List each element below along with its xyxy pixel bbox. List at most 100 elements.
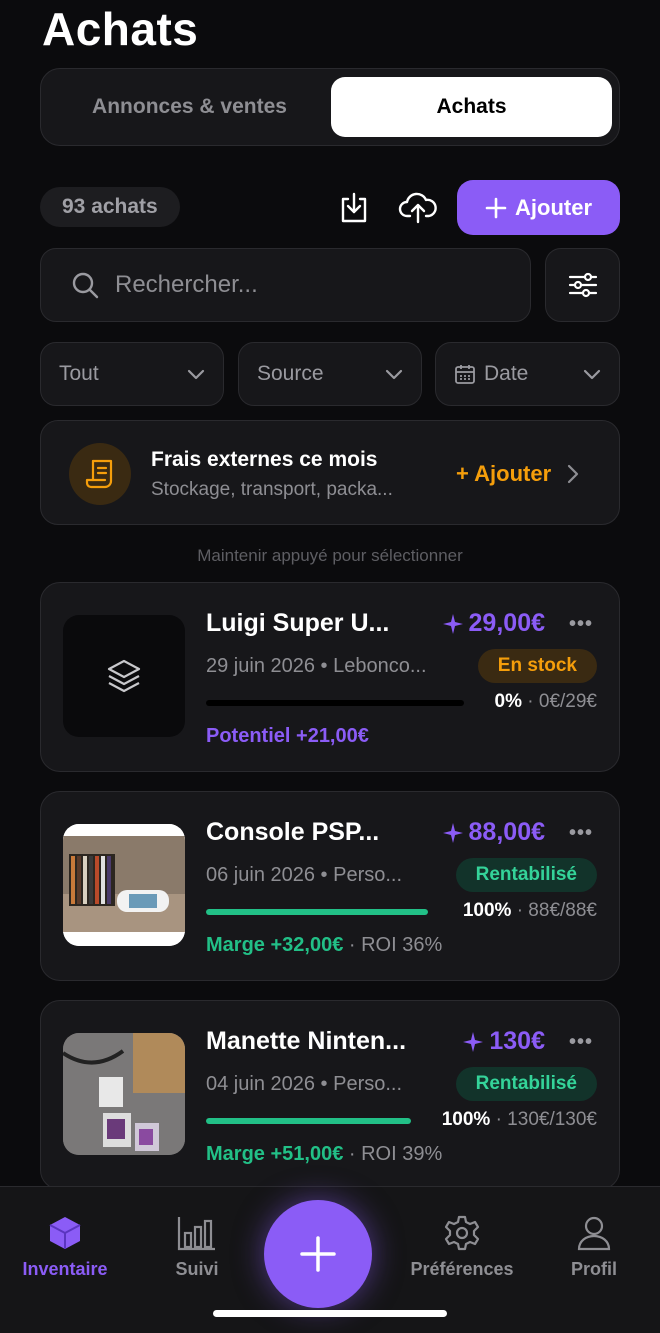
roi-value: · ROI 36% (348, 934, 443, 956)
progress-fill (206, 909, 428, 915)
filter-date-dropdown[interactable]: Date (435, 342, 620, 406)
filter-all-dropdown[interactable]: Tout (40, 342, 224, 406)
progress-amount: · 0€/29€ (527, 691, 597, 712)
sliders-icon (568, 272, 597, 298)
status-badge: Rentabilisé (455, 858, 597, 892)
dropdown-label: Tout (59, 362, 99, 385)
margin-value: Marge +32,00€ (206, 934, 344, 956)
progress-bar (206, 909, 428, 915)
sparkle-icon (442, 822, 463, 843)
purchase-card[interactable]: Luigi Super U... 29,00€ ••• 29 juin 2026… (40, 582, 620, 772)
item-price: 88,00€ (442, 818, 545, 847)
chevron-down-icon (187, 369, 205, 380)
tab-label: Profil (570, 1259, 617, 1279)
add-button-label: Ajouter (515, 194, 592, 220)
tab-preferences[interactable]: Préférences (397, 1215, 527, 1280)
add-purchase-button[interactable]: Ajouter (457, 180, 620, 235)
bar-chart-icon (177, 1217, 215, 1251)
sparkle-icon (463, 1031, 484, 1052)
item-name: Luigi Super U... (206, 609, 390, 637)
item-meta: 29 juin 2026 • Leboncо... (206, 655, 427, 677)
add-fab-button[interactable] (264, 1200, 372, 1308)
item-thumbnail (63, 824, 185, 946)
search-icon (72, 272, 99, 299)
item-thumbnail (63, 615, 185, 737)
sparkle-icon (442, 613, 463, 634)
tab-listings-sales[interactable]: Annonces & ventes (49, 77, 330, 137)
chevron-right-icon (568, 464, 579, 484)
item-name: Console PSP... (206, 818, 380, 846)
progress-text: 100% · 88€/88€ (463, 900, 597, 922)
purchase-card[interactable]: Console PSP... 88,00€ ••• 06 juin 2026 •… (40, 791, 620, 981)
add-fees-button[interactable]: + Ajouter (456, 461, 579, 487)
controller-photo (63, 1033, 185, 1155)
gear-icon (444, 1215, 480, 1251)
cube-icon (49, 1217, 81, 1249)
search-bar (40, 248, 531, 322)
item-meta: 06 juin 2026 • Perso... (206, 864, 403, 886)
more-options-icon[interactable]: ••• (569, 613, 593, 636)
status-badge: En stock (477, 649, 597, 683)
dropdown-label: Date (484, 362, 529, 385)
progress-text: 0% · 0€/29€ (495, 691, 597, 713)
tab-tracking[interactable]: Suivi (132, 1215, 262, 1280)
plus-icon (300, 1236, 336, 1272)
purchase-card[interactable]: Manette Ninten... 130€ ••• 04 juin 2026 … (40, 1000, 620, 1190)
cloud-upload-icon (398, 192, 437, 224)
status-badge: Rentabilisé (455, 1067, 597, 1101)
chevron-down-icon (583, 369, 601, 380)
tab-profile[interactable]: Profil (529, 1215, 659, 1280)
progress-bar (206, 1118, 411, 1124)
progress-bar (206, 700, 464, 706)
more-options-icon[interactable]: ••• (569, 1031, 593, 1054)
calendar-icon (455, 365, 475, 384)
progress-percent: 100% (462, 900, 512, 921)
item-price: 29,00€ (442, 609, 545, 638)
psp-photo (63, 824, 185, 946)
progress-percent: 100% (441, 1109, 491, 1130)
tab-purchases[interactable]: Achats (331, 77, 612, 137)
external-fees-card[interactable]: Frais externes ce mois Stockage, transpo… (40, 420, 620, 525)
search-input[interactable] (115, 271, 515, 299)
item-footer: Marge +32,00€ · ROI 36% (206, 934, 442, 957)
purchase-count-badge: 93 achats (40, 187, 180, 227)
download-icon (341, 192, 367, 223)
selection-hint: Maintenir appuyé pour sélectionner (197, 546, 463, 565)
more-options-icon[interactable]: ••• (569, 822, 593, 845)
home-indicator (213, 1310, 447, 1317)
tab-label: Inventaire (22, 1259, 108, 1279)
progress-percent: 0% (494, 691, 522, 712)
roi-value: · ROI 39% (348, 1143, 443, 1165)
item-meta: 04 juin 2026 • Perso... (206, 1073, 403, 1095)
fees-title: Frais externes ce mois (151, 448, 378, 471)
segmented-control: Annonces & ventes Achats (40, 68, 620, 146)
page-title: Achats (42, 3, 199, 55)
progress-amount: · 130€/130€ (495, 1109, 597, 1130)
dropdown-label: Source (257, 362, 324, 385)
potential-value: Potentiel +21,00€ (206, 725, 369, 747)
layers-icon (107, 659, 141, 693)
download-button[interactable] (332, 186, 376, 230)
plus-icon (485, 197, 507, 218)
filter-settings-button[interactable] (545, 248, 620, 322)
cloud-upload-button[interactable] (396, 186, 440, 230)
add-fees-label: + Ajouter (456, 461, 552, 486)
price-value: 130€ (489, 1027, 545, 1055)
item-price: 130€ (463, 1027, 545, 1056)
person-icon (577, 1216, 611, 1251)
item-name: Manette Ninten... (206, 1027, 407, 1055)
fees-subtitle: Stockage, transport, packa... (151, 479, 393, 500)
chevron-down-icon (385, 369, 403, 380)
price-value: 88,00€ (468, 818, 545, 846)
tab-label: Suivi (175, 1259, 219, 1279)
progress-fill (206, 1118, 411, 1124)
item-thumbnail (63, 1033, 185, 1155)
price-value: 29,00€ (468, 609, 545, 637)
tab-inventory[interactable]: Inventaire (0, 1215, 130, 1280)
filter-source-dropdown[interactable]: Source (238, 342, 422, 406)
margin-value: Marge +51,00€ (206, 1143, 344, 1165)
progress-text: 100% · 130€/130€ (442, 1109, 597, 1131)
tab-label: Préférences (410, 1259, 514, 1279)
item-footer: Marge +51,00€ · ROI 39% (206, 1143, 442, 1166)
receipt-icon (69, 443, 131, 505)
